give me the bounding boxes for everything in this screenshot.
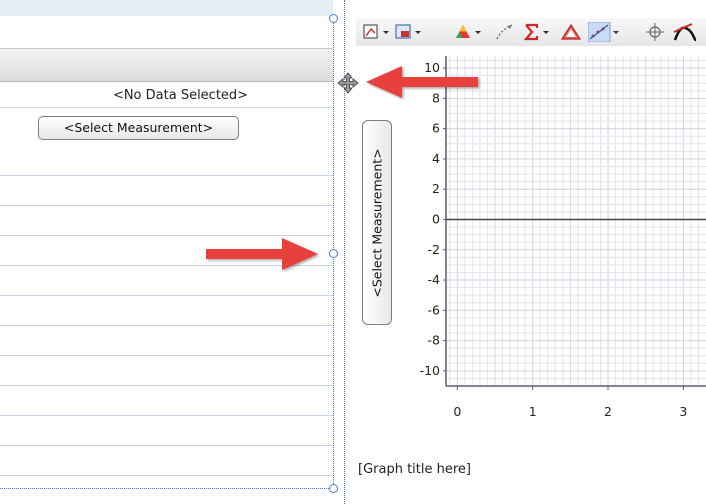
y-tick-label: -8	[428, 333, 441, 348]
arrow-left-annotation-icon	[366, 66, 478, 98]
x-tick-label: 2	[604, 404, 612, 419]
y-tick-label: 4	[432, 151, 440, 166]
y-tick-label: -6	[428, 302, 441, 317]
y-tick-label: -4	[428, 272, 441, 287]
x-tick-label: 0	[453, 404, 461, 419]
arrow-right-annotation-icon	[206, 238, 318, 270]
x-tick-label: 3	[679, 404, 687, 419]
y-tick-label: 6	[432, 121, 440, 136]
y-axis-button-label: <Select Measurement>	[369, 147, 385, 298]
y-tick-label: 0	[432, 211, 440, 226]
move-cursor-icon	[337, 72, 359, 94]
y-tick-label: -10	[420, 363, 440, 378]
y-axis-select-measurement-button[interactable]: <Select Measurement>	[362, 120, 392, 325]
y-tick-label: -2	[428, 242, 440, 257]
x-tick-label: 1	[529, 404, 537, 419]
y-tick-label: 2	[432, 181, 440, 196]
graph-title[interactable]: [Graph title here]	[358, 462, 471, 477]
